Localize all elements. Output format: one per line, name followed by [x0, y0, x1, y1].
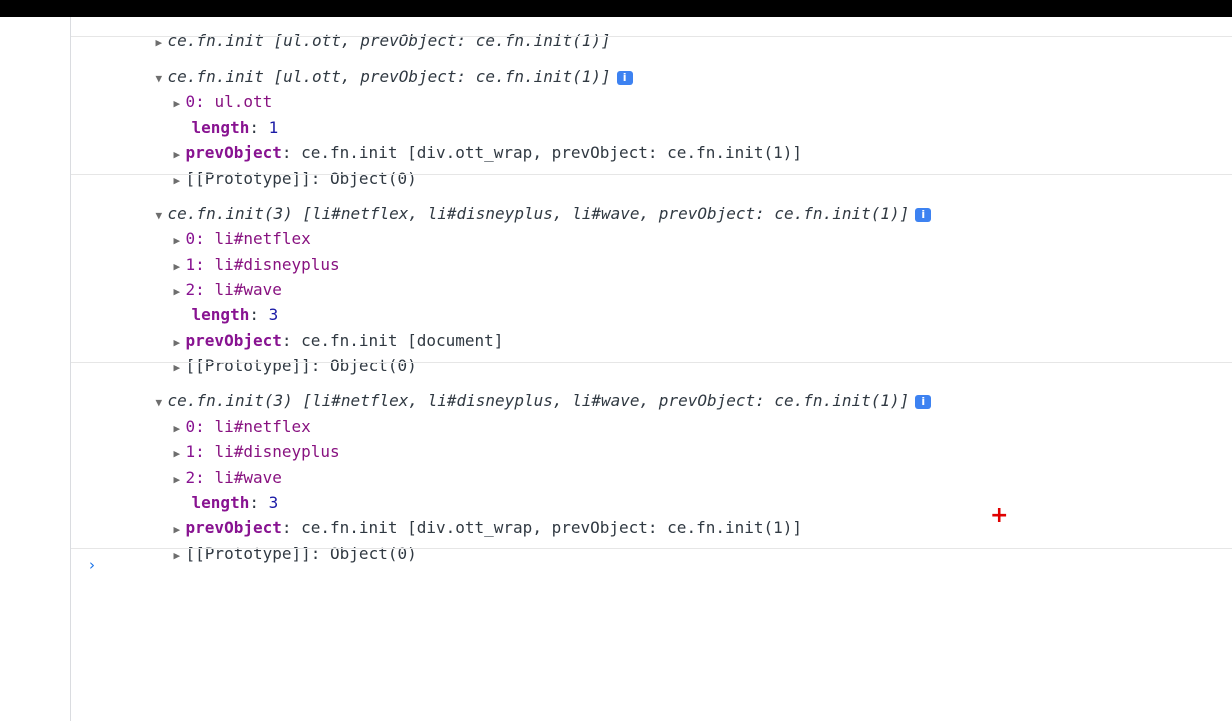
property-row: length: 1 — [153, 98, 279, 137]
crosshair-icon: + — [990, 503, 1009, 528]
property-key: [[Prototype]] — [185, 544, 311, 563]
entry-divider — [71, 174, 1232, 175]
entry-summary-items: [ul.ott, prevObject: ce.fn.init(1)] — [273, 67, 611, 86]
entry-divider — [71, 36, 1232, 37]
property-row[interactable]: ▶ [[Prototype]]: Object(0) — [135, 524, 417, 563]
entry-divider — [71, 548, 1232, 549]
entry-divider — [71, 362, 1232, 363]
console-gutter — [0, 17, 71, 721]
info-icon[interactable]: i — [616, 71, 633, 85]
property-row[interactable]: ▶ prevObject: ce.fn.init [div.ott_wrap, p… — [135, 123, 803, 162]
property-row: length: 3 — [153, 285, 279, 324]
console-entry-summary[interactable]: ▼ ce.fn.init(3) [li#netflex, li#disneyplu… — [117, 371, 932, 410]
property-row[interactable]: ▶ 2: li#wave — [135, 448, 282, 487]
property-row[interactable]: ▶ 0: ul.ott — [135, 72, 273, 111]
entry-summary-items: [li#netflex, li#disneyplus, li#wave, pre… — [302, 204, 910, 223]
console-prompt-icon[interactable]: › — [89, 556, 95, 574]
property-row[interactable]: ▶ [[Prototype]]: Object(0) — [135, 149, 417, 188]
property-row[interactable]: ▶ prevObject: ce.fn.init [div.ott_wrap, p… — [135, 498, 803, 537]
property-row[interactable]: ▶ 1: li#disneyplus — [135, 235, 340, 274]
property-row[interactable]: ▶ 0: li#netflex — [135, 397, 311, 436]
property-value: Object(0) — [330, 544, 417, 563]
property-separator: : — [310, 544, 331, 563]
triangle-right-icon[interactable]: ▶ — [174, 546, 186, 566]
property-row[interactable]: ▶ 1: li#disneyplus — [135, 422, 340, 461]
info-icon[interactable]: i — [915, 395, 932, 409]
info-icon[interactable]: i — [915, 208, 932, 222]
property-row[interactable]: ▶ prevObject: ce.fn.init [document] — [135, 311, 504, 350]
console-entry-summary[interactable]: ▼ ce.fn.init(3) [li#netflex, li#disneyplu… — [117, 184, 932, 223]
entry-summary-items: [li#netflex, li#disneyplus, li#wave, pre… — [302, 391, 910, 410]
property-row[interactable]: ▶ 0: li#netflex — [135, 209, 311, 248]
console-panel: ▶ ce.fn.init [ul.ott, prevObject: ce.fn.i… — [71, 0, 1232, 721]
property-row[interactable]: ▶ [[Prototype]]: Object(0) — [135, 336, 417, 375]
property-row[interactable]: ▶ 2: li#wave — [135, 260, 282, 299]
console-entry-summary[interactable]: ▼ ce.fn.init [ul.ott, prevObject: ce.fn.i… — [117, 47, 633, 86]
property-row: length: 3 — [153, 473, 279, 512]
console-entry-summary[interactable]: ▶ ce.fn.init [ul.ott, prevObject: ce.fn.i… — [117, 11, 611, 50]
